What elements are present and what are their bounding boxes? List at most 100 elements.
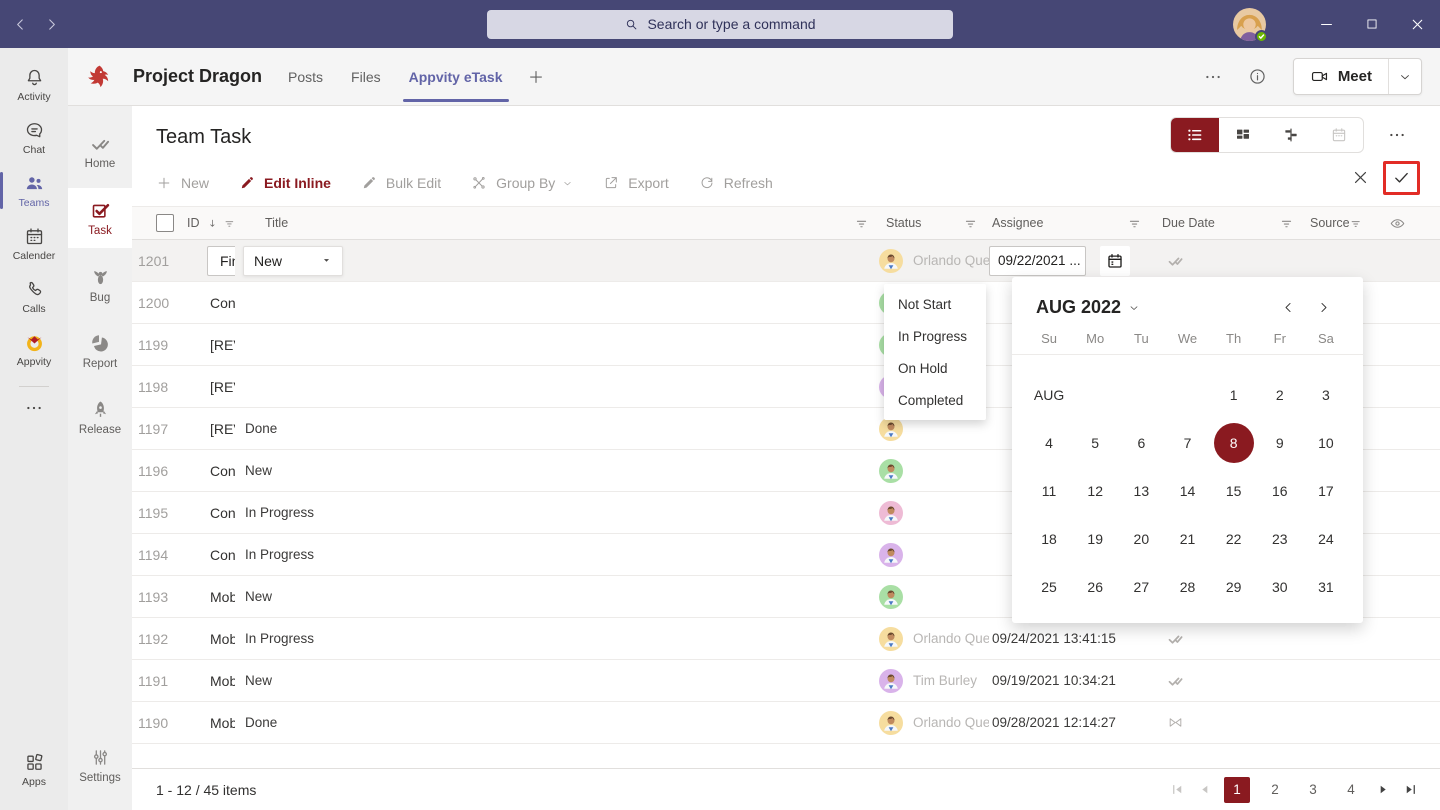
sidebar-item-calls[interactable]: Calls <box>0 270 68 323</box>
calendar-day-11[interactable]: 11 <box>1026 467 1072 515</box>
toolbar-refresh-button[interactable]: Refresh <box>699 175 773 191</box>
tab-appvity-etask[interactable]: Appvity eTask <box>409 48 503 105</box>
sidebar-item-appvity[interactable]: Appvity <box>0 323 68 376</box>
toolbar-new-button[interactable]: New <box>156 175 209 191</box>
status-option[interactable]: Completed <box>884 384 986 416</box>
calendar-day-7[interactable]: 7 <box>1164 419 1210 467</box>
search-bar[interactable]: Search or type a command <box>487 10 953 39</box>
calendar-day-15[interactable]: 15 <box>1211 467 1257 515</box>
maximize-icon[interactable] <box>1365 17 1379 31</box>
cancel-inline-edit-icon[interactable] <box>1352 169 1369 186</box>
calendar-day-2[interactable]: 2 <box>1257 371 1303 419</box>
calendar-day-27[interactable]: 27 <box>1118 563 1164 611</box>
calendar-day-9[interactable]: 9 <box>1257 419 1303 467</box>
filter-icon[interactable] <box>1280 217 1293 230</box>
page-more-icon[interactable] <box>1388 126 1406 144</box>
next-month-icon[interactable] <box>1316 300 1331 315</box>
status-option[interactable]: In Progress <box>884 320 986 352</box>
calendar-day-23[interactable]: 23 <box>1257 515 1303 563</box>
status-select[interactable]: New <box>243 246 343 276</box>
close-icon[interactable] <box>1409 16 1426 33</box>
title-input[interactable]: Finalize Web content <box>207 246 235 276</box>
filter-icon[interactable] <box>224 217 235 230</box>
calendar-month-selector[interactable]: AUG 2022 <box>1036 297 1140 318</box>
sidebar-item-teams[interactable]: Teams <box>0 164 68 217</box>
toolbar-export-button[interactable]: Export <box>603 175 668 191</box>
status-option[interactable]: On Hold <box>884 352 986 384</box>
calendar-day-21[interactable]: 21 <box>1164 515 1210 563</box>
sidebar-item-apps[interactable]: Apps <box>0 743 68 796</box>
table-row[interactable]: 1191Mobile: Create shopping cart and Pay… <box>132 660 1440 702</box>
info-icon[interactable] <box>1248 67 1267 86</box>
calendar-day-19[interactable]: 19 <box>1072 515 1118 563</box>
calendar-day-12[interactable]: 12 <box>1072 467 1118 515</box>
sidebar-item-calender[interactable]: Calender <box>0 217 68 270</box>
next-page-icon[interactable] <box>1376 782 1391 797</box>
sidebar-item-report[interactable]: Report <box>68 322 132 380</box>
calendar-day-5[interactable]: 5 <box>1072 419 1118 467</box>
view-calendar-button[interactable] <box>1315 118 1363 152</box>
calendar-day-29[interactable]: 29 <box>1211 563 1257 611</box>
page-4-button[interactable]: 4 <box>1338 777 1364 803</box>
eye-icon[interactable] <box>1389 215 1406 232</box>
calendar-day-10[interactable]: 10 <box>1303 419 1349 467</box>
sidebar-item-activity[interactable]: Activity <box>0 58 68 111</box>
calendar-day-14[interactable]: 14 <box>1164 467 1210 515</box>
table-row[interactable]: 1201Finalize Web contentNewOrlando Queen… <box>132 240 1440 282</box>
sidebar-item-chat[interactable]: Chat <box>0 111 68 164</box>
view-list-button[interactable] <box>1171 118 1219 152</box>
calendar-day-1[interactable]: 1 <box>1211 371 1257 419</box>
filter-icon[interactable] <box>855 217 868 230</box>
sidebar-item-home[interactable]: Home <box>68 122 132 180</box>
status-option[interactable]: Not Start <box>884 288 986 320</box>
back-icon[interactable] <box>12 16 29 33</box>
table-row[interactable]: 1192Mobile: add streaming potocol to Exo… <box>132 618 1440 660</box>
due-date-input[interactable]: 09/22/2021 ... <box>989 246 1086 276</box>
page-2-button[interactable]: 2 <box>1262 777 1288 803</box>
last-page-icon[interactable] <box>1403 782 1418 797</box>
channel-more-icon[interactable] <box>1204 68 1222 86</box>
calendar-day-22[interactable]: 22 <box>1211 515 1257 563</box>
filter-icon[interactable] <box>964 217 977 230</box>
minimize-icon[interactable] <box>1318 16 1335 33</box>
meet-button[interactable]: Meet <box>1293 58 1422 95</box>
calendar-day-24[interactable]: 24 <box>1303 515 1349 563</box>
calendar-day-17[interactable]: 17 <box>1303 467 1349 515</box>
calendar-day-28[interactable]: 28 <box>1164 563 1210 611</box>
select-all-checkbox[interactable] <box>156 214 174 232</box>
filter-icon[interactable] <box>1128 217 1141 230</box>
view-gantt-button[interactable] <box>1267 118 1315 152</box>
calendar-day-6[interactable]: 6 <box>1118 419 1164 467</box>
toolbar-edit-inline-button[interactable]: Edit Inline <box>239 175 331 191</box>
assignee-cell[interactable]: Orlando Queen <box>876 240 989 281</box>
calendar-day-4[interactable]: 4 <box>1026 419 1072 467</box>
calendar-day-18[interactable]: 18 <box>1026 515 1072 563</box>
toolbar-group-by-button[interactable]: Group By <box>471 175 573 191</box>
page-3-button[interactable]: 3 <box>1300 777 1326 803</box>
sidebar-item-release[interactable]: Release <box>68 388 132 446</box>
filter-icon[interactable] <box>1350 217 1361 230</box>
profile-avatar[interactable] <box>1233 8 1266 41</box>
tab-posts[interactable]: Posts <box>288 48 323 105</box>
meet-options-button[interactable] <box>1389 70 1421 84</box>
calendar-day-13[interactable]: 13 <box>1118 467 1164 515</box>
calendar-day-20[interactable]: 20 <box>1118 515 1164 563</box>
calendar-day-31[interactable]: 31 <box>1303 563 1349 611</box>
sidebar-item-settings[interactable]: Settings <box>68 736 132 794</box>
table-row[interactable]: 1190Mobile: create Credit card tab and A… <box>132 702 1440 744</box>
forward-icon[interactable] <box>43 16 60 33</box>
calendar-day-8[interactable]: 8 <box>1211 419 1257 467</box>
confirm-inline-edit-icon[interactable] <box>1393 169 1410 186</box>
sidebar-item-bug[interactable]: Bug <box>68 256 132 314</box>
calendar-day-16[interactable]: 16 <box>1257 467 1303 515</box>
calendar-day-30[interactable]: 30 <box>1257 563 1303 611</box>
calendar-day-26[interactable]: 26 <box>1072 563 1118 611</box>
toolbar-bulk-edit-button[interactable]: Bulk Edit <box>361 175 441 191</box>
tab-files[interactable]: Files <box>351 48 381 105</box>
page-1-button[interactable]: 1 <box>1224 777 1250 803</box>
sidebar-item-task[interactable]: Task <box>68 188 132 248</box>
prev-month-icon[interactable] <box>1281 300 1296 315</box>
calendar-day-25[interactable]: 25 <box>1026 563 1072 611</box>
calendar-day-3[interactable]: 3 <box>1303 371 1349 419</box>
sort-desc-icon[interactable] <box>207 217 218 230</box>
